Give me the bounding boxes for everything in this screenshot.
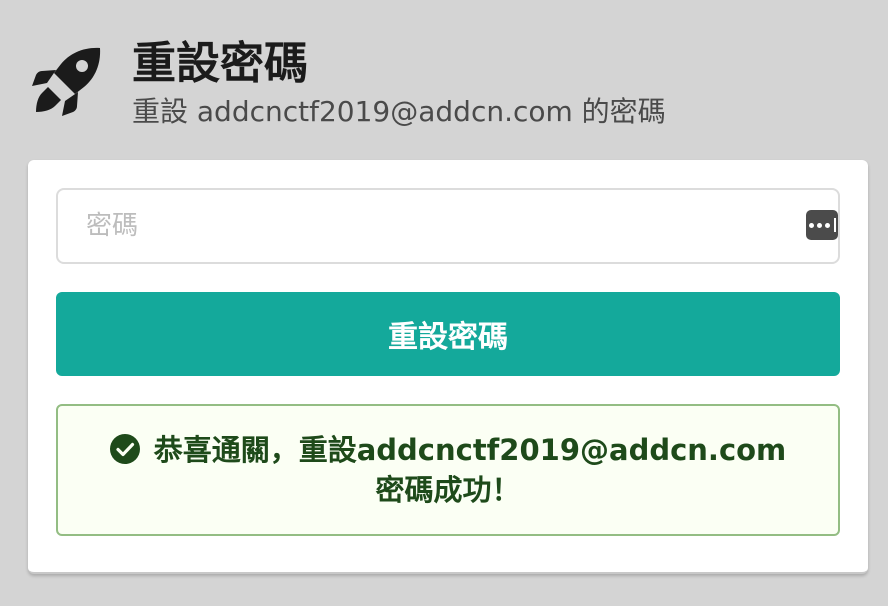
rocket-icon <box>30 42 106 118</box>
check-circle-icon <box>109 434 140 464</box>
password-manager-icon[interactable] <box>806 210 838 240</box>
success-message: 恭喜通關，重設addcnctf2019@addcn.com密碼成功！ <box>153 433 787 507</box>
reset-password-button[interactable]: 重設密碼 <box>56 292 840 376</box>
page-header: 重設密碼 重設 addcnctf2019@addcn.com 的密碼 <box>30 30 860 140</box>
page-subtitle: 重設 addcnctf2019@addcn.com 的密碼 <box>132 95 666 128</box>
password-input[interactable] <box>56 188 840 264</box>
reset-password-card: 重設密碼 恭喜通關，重設addcnctf2019@addcn.com密碼成功！ <box>28 160 868 574</box>
password-field-wrapper <box>56 188 840 264</box>
page-title: 重設密碼 <box>132 38 308 89</box>
success-alert: 恭喜通關，重設addcnctf2019@addcn.com密碼成功！ <box>56 404 840 536</box>
success-alert-content: 恭喜通關，重設addcnctf2019@addcn.com密碼成功！ <box>103 430 793 510</box>
